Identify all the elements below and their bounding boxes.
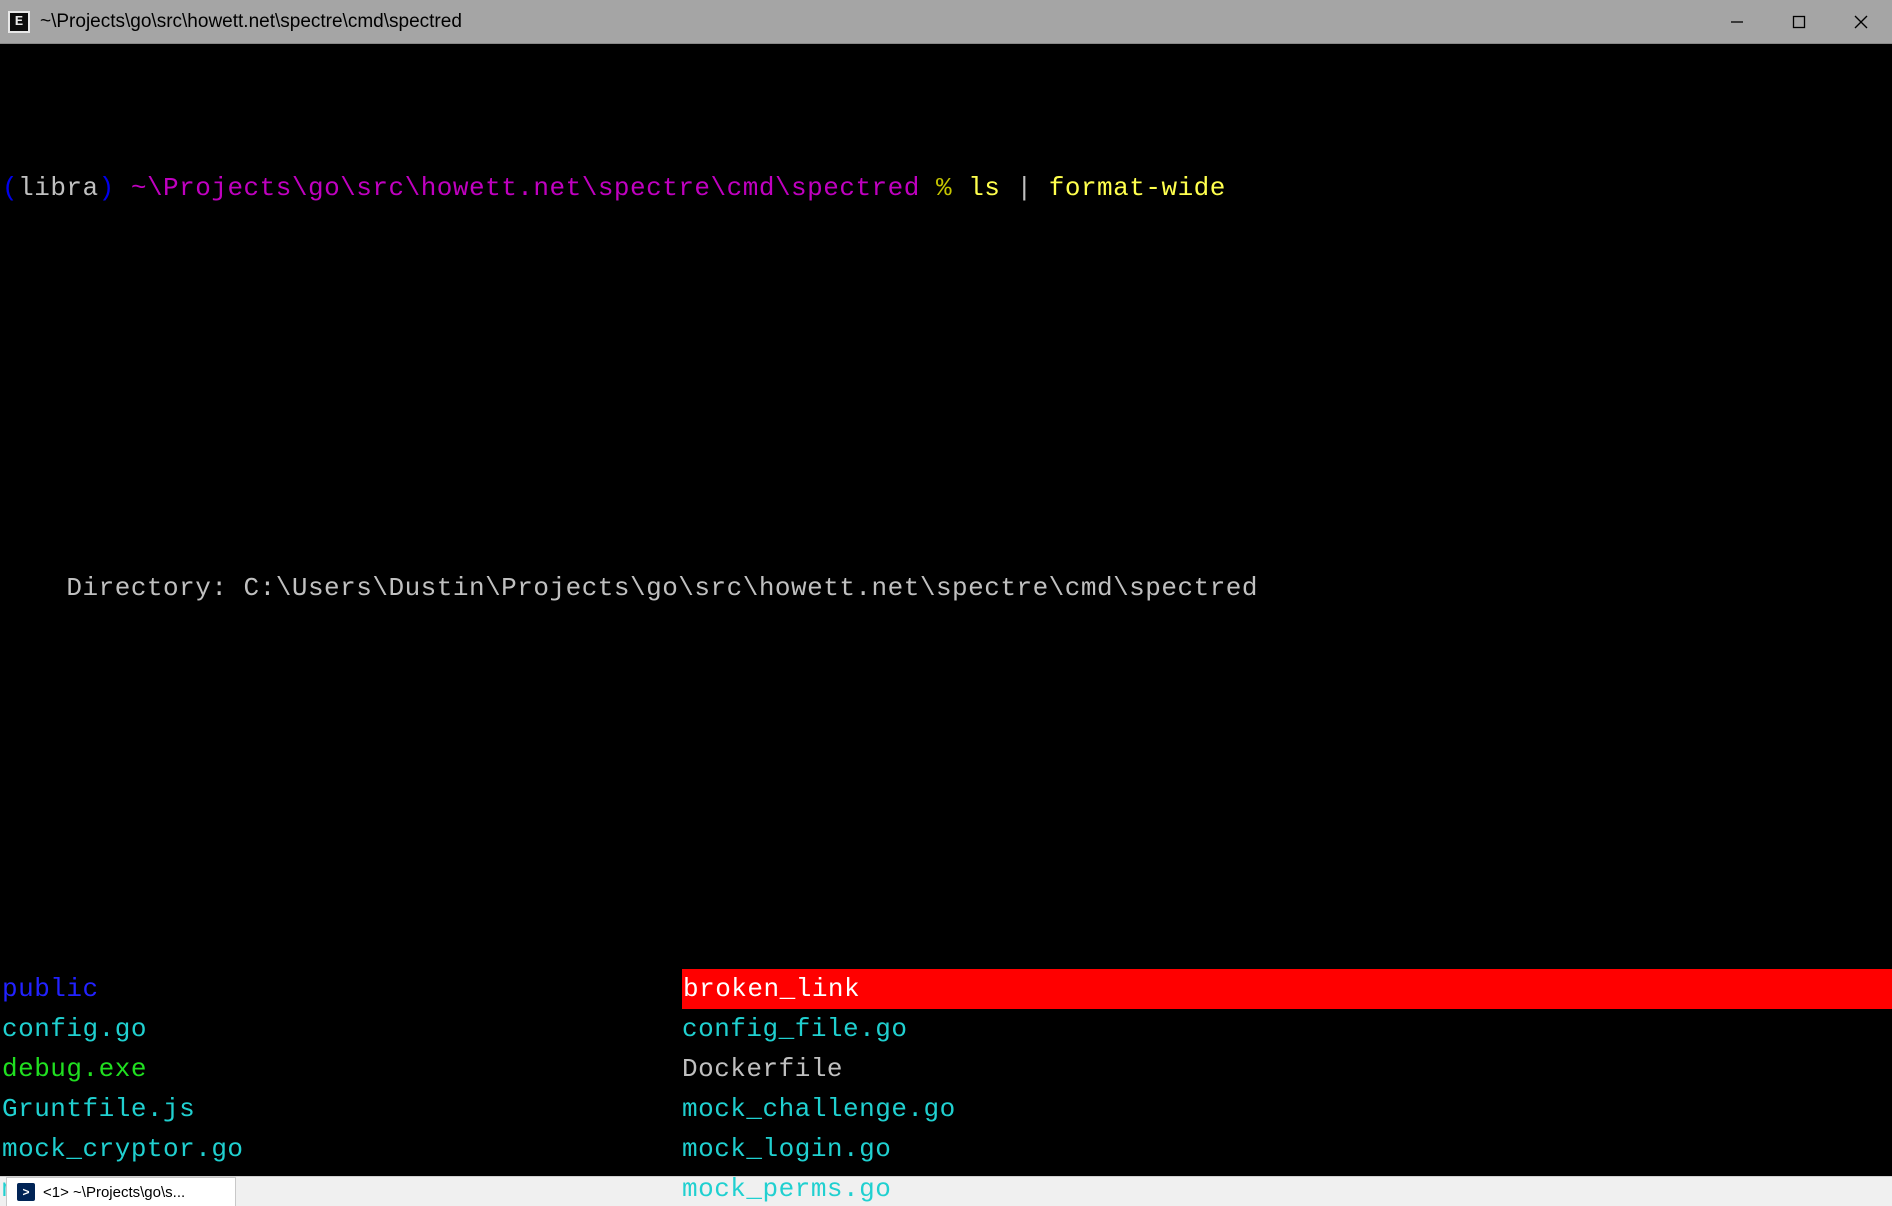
powershell-icon: > (17, 1183, 35, 1201)
prompt-close-paren: ) (99, 173, 115, 203)
shell-tab[interactable]: > <1> ~\Projects\go\s... (6, 1177, 236, 1206)
close-button[interactable] (1830, 0, 1892, 43)
directory-header: Directory: C:\Users\Dustin\Projects\go\s… (0, 568, 1892, 608)
command-ls: ls (968, 173, 1000, 203)
terminal-viewport[interactable]: (libra) ~\Projects\go\src\howett.net\spe… (0, 44, 1892, 1176)
prompt-path: ~\Projects\go\src\howett.net\spectre\cmd… (131, 173, 920, 203)
file-entry: debug.exe (2, 1049, 682, 1089)
prompt-open-paren: ( (2, 173, 18, 203)
window-controls (1706, 0, 1892, 43)
file-entry: Gruntfile.js (2, 1089, 682, 1129)
prompt-symbol: % (936, 173, 952, 203)
shell-tab-label: <1> ~\Projects\go\s... (43, 1184, 185, 1201)
terminal-window: E ~\Projects\go\src\howett.net\spectre\c… (0, 0, 1892, 1206)
window-title: ~\Projects\go\src\howett.net\spectre\cmd… (40, 11, 1706, 33)
file-entry: broken_link (682, 969, 1892, 1009)
prompt-host: libra (18, 173, 99, 203)
command-pipe: | (1017, 173, 1033, 203)
minimize-icon (1730, 15, 1744, 29)
maximize-button[interactable] (1768, 0, 1830, 43)
file-entry: mock_challenge.go (682, 1089, 1892, 1129)
window-titlebar[interactable]: E ~\Projects\go\src\howett.net\spectre\c… (0, 0, 1892, 44)
file-entry: public (2, 969, 682, 1009)
file-entry: mock_login.go (682, 1129, 1892, 1169)
file-entry: config_file.go (682, 1009, 1892, 1049)
file-entry: mock_cryptor.go (2, 1129, 682, 1169)
maximize-icon (1792, 15, 1806, 29)
file-listing: publicbroken_linkconfig.goconfig_file.go… (0, 969, 1892, 1206)
file-entry: mock_perms.go (682, 1169, 1892, 1206)
command-format-wide: format-wide (1049, 173, 1226, 203)
file-entry: config.go (2, 1009, 682, 1049)
file-entry: Dockerfile (682, 1049, 1892, 1089)
close-icon (1854, 15, 1868, 29)
minimize-button[interactable] (1706, 0, 1768, 43)
prompt-line-1: (libra) ~\Projects\go\src\howett.net\spe… (0, 168, 1892, 208)
app-icon: E (8, 11, 30, 33)
